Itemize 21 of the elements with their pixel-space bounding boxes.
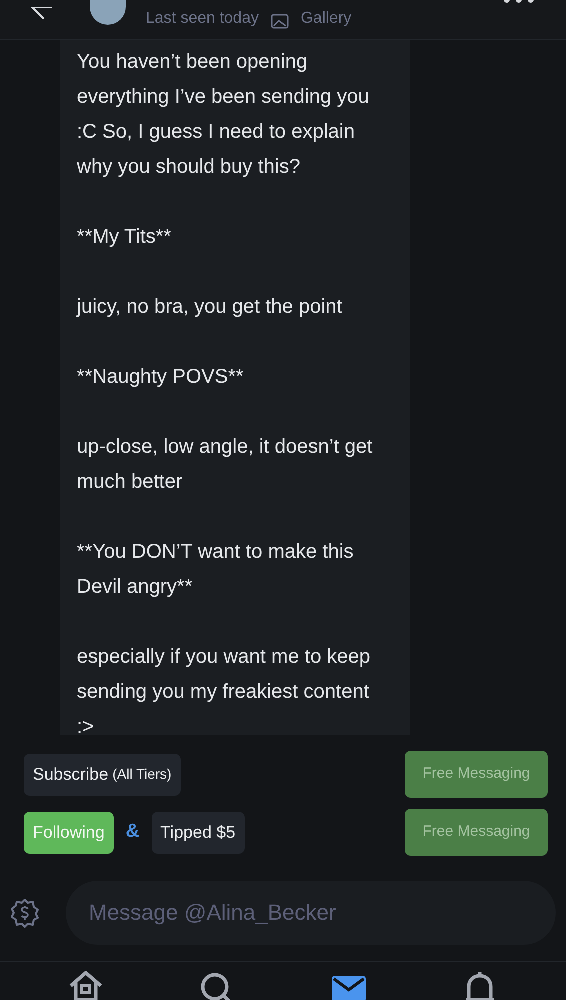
message-paragraph: **Naughty POVS**: [77, 365, 245, 390]
message-paragraph: **My Tits**: [77, 225, 172, 250]
message-paragraph: You haven’t been opening everything I’ve been sending you :C So, I guess I need to explain why you should buy this?: [77, 50, 370, 180]
last-seen-status: Last seen today: [146, 9, 259, 29]
gallery-icon[interactable]: [270, 14, 289, 29]
following-button[interactable]: Following: [24, 812, 114, 854]
avatar[interactable]: [90, 0, 126, 25]
message-paragraph: juicy, no bra, you get the point: [77, 295, 344, 320]
back-arrow-icon[interactable]: [30, 7, 54, 21]
free-messaging-button[interactable]: Free Messaging: [405, 809, 548, 856]
home-icon[interactable]: [68, 970, 104, 1000]
free-messaging-button[interactable]: Free Messaging: [405, 751, 548, 798]
ampersand: &: [126, 820, 140, 844]
message-paragraph: up-close, low angle, it doesn’t get much better: [77, 435, 374, 495]
tip-dollar-icon[interactable]: [10, 898, 40, 928]
tipped-button[interactable]: Tipped $5: [152, 812, 245, 854]
message-paragraph: especially if you want me to keep sending you my freakiest content :>: [77, 645, 372, 735]
message-paragraph: **You DON’T want to make this Devil angry**: [77, 540, 355, 600]
subscribe-button[interactable]: Subscribe (All Tiers): [24, 754, 181, 796]
message-input[interactable]: Message @Alina_Becker: [66, 881, 556, 945]
gallery-link[interactable]: Gallery: [300, 7, 352, 31]
